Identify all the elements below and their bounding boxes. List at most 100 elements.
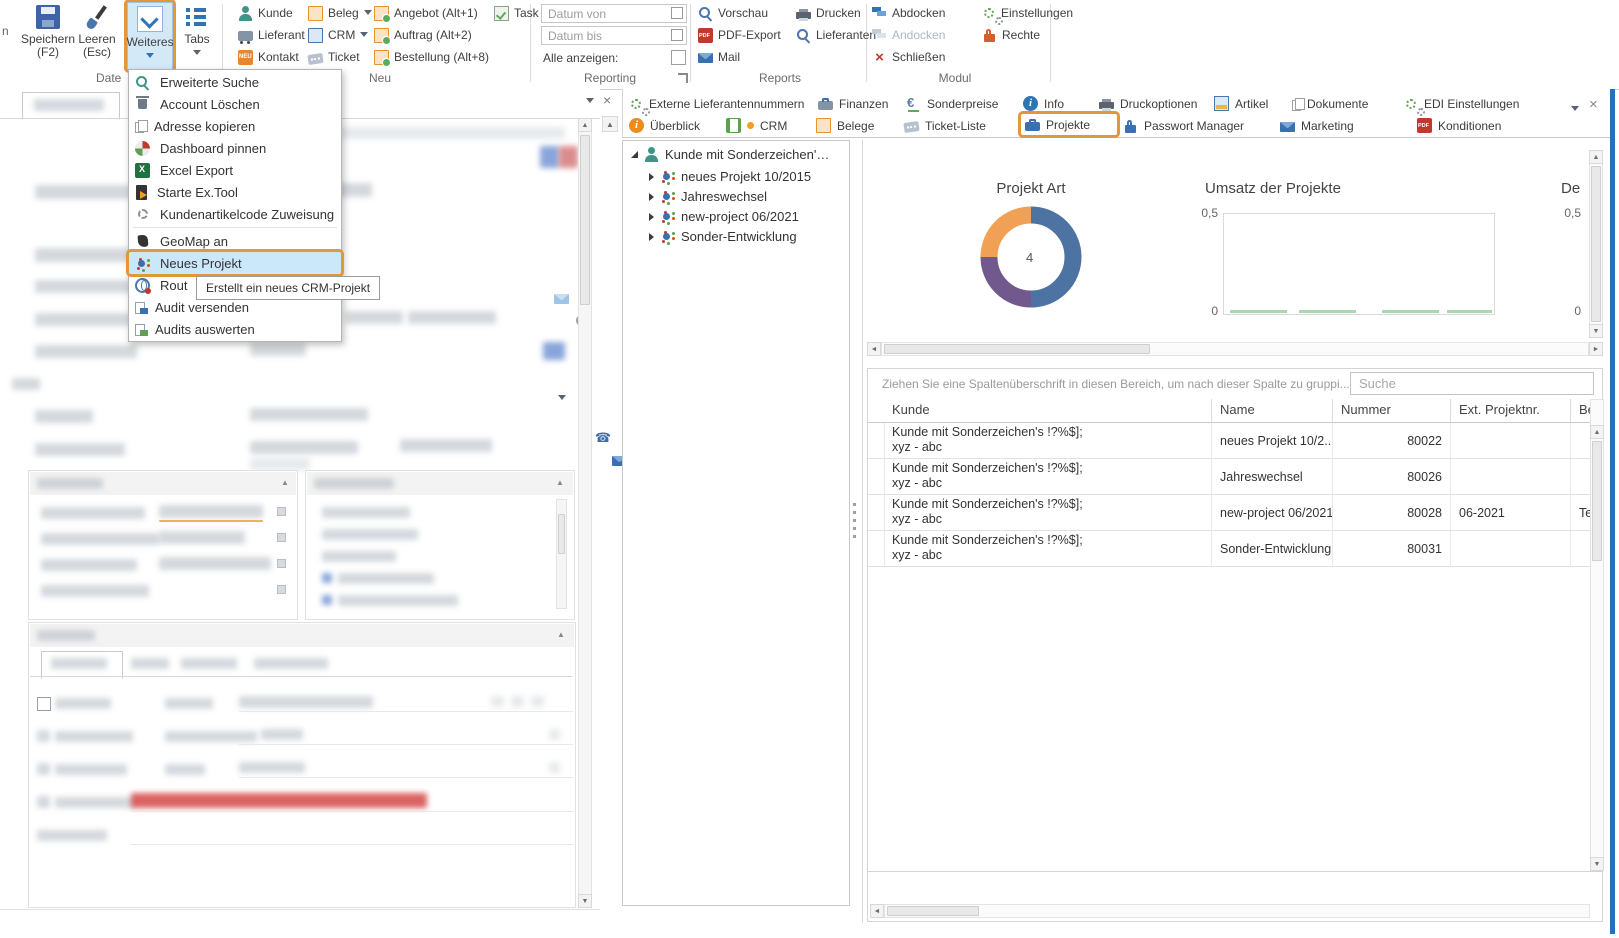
charts-scrollbar-vertical[interactable]: ▲ ▼	[1589, 150, 1603, 338]
column-header-name[interactable]: Name	[1212, 399, 1333, 423]
menu-item-kundenartikelcode-zuweisung[interactable]: Kundenartikelcode Zuweisung	[129, 203, 341, 225]
cell-be[interactable]	[1571, 531, 1590, 567]
calendar-icon[interactable]	[671, 7, 683, 19]
beleg-button[interactable]: Beleg	[308, 3, 372, 23]
tab-dokumente[interactable]: Dokumente	[1292, 93, 1368, 114]
kontakt-button[interactable]: Kontakt	[238, 47, 299, 67]
cell-kunde[interactable]: Kunde mit Sonderzeichen's !?%$];xyz - ab…	[884, 495, 1212, 531]
ticket-button[interactable]: Ticket	[308, 47, 360, 67]
column-header-nummer[interactable]: Nummer	[1333, 399, 1451, 423]
cell-ext-projektnr[interactable]	[1451, 459, 1571, 495]
tree-item[interactable]: new-project 06/2021	[649, 209, 799, 224]
tree-root-item[interactable]: Kunde mit Sonderzeichen's !?%$];, x...	[631, 147, 833, 162]
cell-be[interactable]	[1571, 459, 1590, 495]
grid-scrollbar-horizontal[interactable]	[884, 904, 1590, 918]
collapsed-icon[interactable]	[649, 233, 654, 241]
scroll-right-icon[interactable]: ►	[1589, 342, 1603, 356]
rechte-button[interactable]: Rechte	[982, 25, 1040, 45]
cell-name[interactable]: Sonder-Entwicklung	[1212, 531, 1333, 567]
cell-kunde[interactable]: Kunde mit Sonderzeichen's !?%$];xyz - ab…	[884, 459, 1212, 495]
panel-close-icon[interactable]: ×	[603, 92, 611, 108]
einstellungen-button[interactable]: Einstellungen	[982, 3, 1073, 23]
collapsed-icon[interactable]	[649, 213, 654, 221]
menu-item-adresse-kopieren[interactable]: Adresse kopieren	[129, 115, 341, 137]
splitter-handle[interactable]	[853, 503, 856, 543]
group-by-bar[interactable]: Ziehen Sie eine Spaltenüberschrift in di…	[868, 369, 1602, 400]
tab-marketing[interactable]: Marketing	[1280, 115, 1354, 136]
row-indicator[interactable]	[868, 423, 885, 459]
tree-item[interactable]: neues Projekt 10/2015	[649, 169, 811, 184]
row-indicator[interactable]	[868, 531, 885, 567]
cell-nummer[interactable]: 80031	[1333, 531, 1451, 567]
group-box-header[interactable]	[30, 624, 574, 647]
collapsed-icon[interactable]	[649, 193, 654, 201]
abdocken-button[interactable]: Abdocken	[872, 3, 945, 23]
column-header-ext-projektnr[interactable]: Ext. Projektnr.	[1451, 399, 1571, 423]
scrollbar-thumb[interactable]	[884, 344, 1150, 354]
row-indicator[interactable]	[868, 495, 885, 531]
datum-von-input[interactable]	[541, 4, 687, 23]
scroll-down-icon[interactable]: ▼	[1589, 324, 1603, 338]
phone-icon[interactable]: ☎	[595, 430, 610, 445]
more-button[interactable]: Weiteres	[127, 2, 173, 70]
cell-nummer[interactable]: 80026	[1333, 459, 1451, 495]
collapse-icon[interactable]: ▲	[557, 630, 565, 639]
cell-be[interactable]	[1571, 423, 1590, 459]
scroll-up-icon[interactable]: ▲	[578, 118, 592, 132]
auftrag-button[interactable]: Auftrag (Alt+2)	[374, 25, 472, 45]
cell-kunde[interactable]: Kunde mit Sonderzeichen's !?%$];xyz - ab…	[884, 531, 1212, 567]
datum-bis-input[interactable]	[541, 26, 687, 45]
cell-ext-projektnr[interactable]	[1451, 531, 1571, 567]
left-panel-scrollbar[interactable]: ▲ ▼	[578, 118, 592, 908]
envelope-icon[interactable]	[554, 294, 569, 304]
menu-item-starte-extool[interactable]: Starte Ex.Tool	[129, 181, 341, 203]
ellipsis-button[interactable]	[277, 533, 286, 542]
menu-item-audits-auswerten[interactable]: Audits auswerten	[129, 318, 341, 340]
ellipsis-button[interactable]	[277, 507, 286, 516]
scroll-up-icon[interactable]: ▲	[1589, 150, 1603, 164]
menu-item-excel-export[interactable]: Excel Export	[129, 159, 341, 181]
collapse-icon[interactable]: ▲	[556, 478, 564, 487]
tab-druckoptionen[interactable]: Druckoptionen	[1099, 93, 1197, 114]
cell-name[interactable]: new-project 06/2021	[1212, 495, 1333, 531]
lieferanten-button[interactable]: Lieferanten	[796, 25, 876, 45]
mail-button[interactable]: Mail	[698, 47, 740, 67]
charts-scrollbar-horizontal[interactable]	[881, 342, 1589, 356]
scroll-down-icon[interactable]: ▼	[1590, 857, 1604, 871]
tab-belege[interactable]: Belege	[816, 115, 874, 136]
crm-button[interactable]: CRM	[308, 25, 368, 45]
angebot-button[interactable]: Angebot (Alt+1)	[374, 3, 478, 23]
scrollbar-thumb[interactable]	[580, 135, 590, 305]
tree-item[interactable]: Jahreswechsel	[649, 189, 767, 204]
expanded-icon[interactable]	[631, 151, 638, 158]
tab-scroll-up-icon[interactable]: ▲	[602, 116, 618, 132]
dialog-launcher-icon[interactable]	[678, 73, 688, 83]
scrollbar-thumb[interactable]	[1592, 441, 1602, 561]
scroll-up-icon[interactable]: ▲	[1590, 425, 1604, 439]
kunde-button[interactable]: Kunde	[238, 3, 293, 23]
save-button[interactable]: Speichern (F2)	[24, 2, 72, 69]
clear-button[interactable]: Leeren (Esc)	[76, 2, 118, 69]
vorschau-button[interactable]: Vorschau	[698, 3, 768, 23]
dropdown-caret-icon[interactable]	[558, 395, 566, 404]
scrollbar-thumb[interactable]	[1591, 166, 1601, 322]
ellipsis-button[interactable]	[277, 559, 286, 568]
schliessen-button[interactable]: ×Schließen	[872, 47, 945, 67]
tab-artikel[interactable]: Artikel	[1214, 93, 1268, 114]
menu-item-erweiterte-suche[interactable]: Erweiterte Suche	[129, 71, 341, 93]
column-header-be[interactable]: Be	[1571, 399, 1590, 423]
ellipsis-button[interactable]	[277, 585, 286, 594]
cell-ext-projektnr[interactable]	[1451, 423, 1571, 459]
menu-item-geomap-an[interactable]: GeoMap an	[129, 230, 341, 252]
cell-nummer[interactable]: 80022	[1333, 423, 1451, 459]
tab-passwort-manager[interactable]: Passwort Manager	[1123, 115, 1244, 136]
alle-anzeigen-checkbox[interactable]	[671, 50, 686, 65]
task-button[interactable]: Task	[494, 3, 539, 23]
tab-konditionen[interactable]: Konditionen	[1417, 115, 1501, 136]
menu-item-account-loeschen[interactable]: Account Löschen	[129, 93, 341, 115]
drucken-button[interactable]: Drucken	[796, 3, 861, 23]
tab-overflow-caret-icon[interactable]	[1571, 106, 1579, 115]
menu-item-neues-projekt[interactable]: Neues Projekt	[129, 252, 341, 274]
cell-kunde[interactable]: Kunde mit Sonderzeichen's !?%$];xyz - ab…	[884, 423, 1212, 459]
collapsed-icon[interactable]	[649, 173, 654, 181]
